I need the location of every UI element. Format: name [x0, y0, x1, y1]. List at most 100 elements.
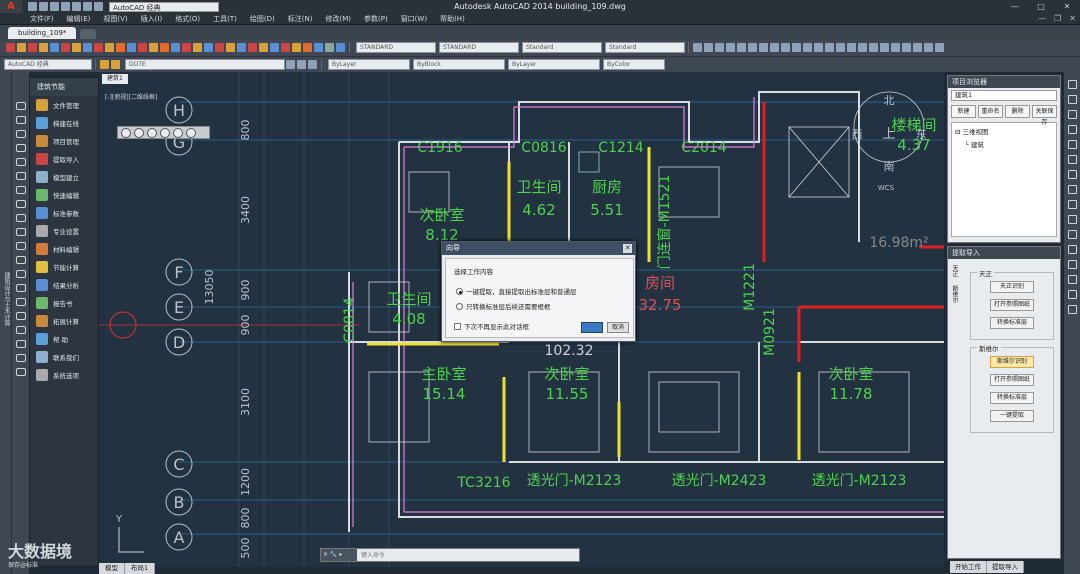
linetype-select[interactable]: ByBlock	[413, 59, 505, 70]
arc-icon[interactable]	[15, 172, 26, 180]
menu-file[interactable]: 文件(F)	[30, 14, 54, 24]
project-select[interactable]: 建筑1	[951, 90, 1057, 101]
arch-item-report[interactable]: 报告书	[30, 294, 98, 312]
radio-button[interactable]	[456, 302, 463, 310]
publish-icon[interactable]	[748, 43, 757, 52]
tool-icon-6[interactable]	[61, 43, 70, 52]
extend-icon[interactable]	[1067, 230, 1077, 239]
open-file-icon[interactable]	[704, 43, 713, 52]
side-tab-sware[interactable]: 斯维尔	[950, 285, 959, 303]
tab-model[interactable]: 模型	[99, 563, 125, 574]
radio-button[interactable]	[456, 287, 463, 295]
new-tab-button[interactable]	[80, 29, 97, 39]
properties-icon[interactable]	[869, 43, 878, 52]
menu-insert[interactable]: 插入(I)	[141, 14, 163, 24]
tool-icon-24[interactable]	[259, 43, 268, 52]
menu-format[interactable]: 格式(O)	[175, 14, 200, 24]
pan-nav-icon[interactable]	[134, 128, 144, 138]
color-select[interactable]: ByLayer	[328, 59, 410, 70]
arch-item-material[interactable]: 材料编辑	[30, 240, 98, 258]
text-style-select[interactable]: STANDARD	[356, 42, 436, 53]
construction-line-icon[interactable]	[15, 116, 26, 124]
tool-icon-26[interactable]	[281, 43, 290, 52]
side-tab-tangent[interactable]: 天正	[950, 265, 959, 277]
tool-icon-29[interactable]	[314, 43, 323, 52]
viewport-controls[interactable]: [-][俯视][二维线框]	[105, 92, 157, 101]
scale-icon[interactable]	[1067, 185, 1077, 194]
tangent-recognize-button[interactable]: 天正识别	[990, 281, 1034, 293]
model-space-tab[interactable]: 建筑1	[102, 74, 128, 84]
polygon-icon[interactable]	[15, 144, 26, 152]
revcloud-icon[interactable]	[15, 200, 26, 208]
mirror-icon[interactable]	[1067, 110, 1077, 119]
rename-button[interactable]: 重命名	[978, 105, 1003, 118]
menu-window[interactable]: 窗口(W)	[401, 14, 427, 24]
lineweight-select[interactable]: ByLayer	[508, 59, 600, 70]
layer-previous-icon[interactable]	[297, 60, 306, 69]
line-icon[interactable]	[15, 102, 26, 110]
tool-icon-1[interactable]	[6, 43, 15, 52]
showmotion-icon[interactable]	[186, 128, 196, 138]
option-one-click[interactable]: 一键提取，直接提取出标准层和普通层	[456, 286, 633, 296]
tool-icon-14[interactable]	[149, 43, 158, 52]
trim-icon[interactable]	[1067, 215, 1077, 224]
fillet-icon[interactable]	[1067, 290, 1077, 299]
workspace-combo[interactable]: AutoCAD 经典	[4, 59, 92, 70]
menu-edit[interactable]: 编辑(E)	[67, 14, 91, 24]
tool-icon-17[interactable]	[182, 43, 191, 52]
option-convert-only[interactable]: 只转换标准层后续还需要框框	[456, 301, 633, 311]
tool-icon-30[interactable]	[325, 43, 334, 52]
tool-icon-23[interactable]	[248, 43, 257, 52]
hatch-icon[interactable]	[15, 298, 26, 306]
tool-icon-2[interactable]	[17, 43, 26, 52]
tool-icon-25[interactable]	[270, 43, 279, 52]
preview-icon[interactable]	[737, 43, 746, 52]
ok-button[interactable]	[581, 322, 603, 333]
zoom-extents-icon[interactable]	[147, 128, 157, 138]
arch-item-project[interactable]: 项目管理	[30, 132, 98, 150]
calc-icon[interactable]	[924, 43, 933, 52]
polyline-icon[interactable]	[15, 130, 26, 138]
layer-match-icon[interactable]	[308, 60, 317, 69]
mtext-icon[interactable]	[15, 354, 26, 362]
help-icon[interactable]	[935, 43, 944, 52]
arch-item-contact[interactable]: 联系我们	[30, 348, 98, 366]
ellipse-arc-icon[interactable]	[15, 242, 26, 250]
layer-manager-icon[interactable]	[100, 60, 109, 69]
layer-select[interactable]: DOTE	[125, 59, 285, 70]
checkbox[interactable]	[454, 322, 461, 330]
undo-icon[interactable]	[803, 43, 812, 52]
tree-item-3d-view[interactable]: ⊟ 三维视图	[955, 126, 1053, 136]
break-icon[interactable]	[1067, 245, 1077, 254]
doc-minimize-icon[interactable]: —	[1038, 14, 1046, 23]
arch-item-extended-calc[interactable]: 拓展计算	[30, 312, 98, 330]
tool-icon-15[interactable]	[160, 43, 169, 52]
menu-parametric[interactable]: 参数(P)	[364, 14, 388, 24]
menu-dimension[interactable]: 标注(N)	[288, 14, 313, 24]
mleader-style-select[interactable]: Standard	[605, 42, 685, 53]
offset-icon[interactable]	[1067, 125, 1077, 134]
make-current-icon[interactable]	[286, 60, 295, 69]
table-icon[interactable]	[15, 340, 26, 348]
tool-icon-5[interactable]	[50, 43, 59, 52]
menu-modify[interactable]: 修改(M)	[325, 14, 351, 24]
tab-layout1[interactable]: 布局1	[125, 563, 156, 574]
tool-icon-3[interactable]	[28, 43, 37, 52]
copy-icon[interactable]	[770, 43, 779, 52]
plot-icon[interactable]	[726, 43, 735, 52]
convert-standard-button[interactable]: 转换标准层	[990, 392, 1034, 404]
tool-icon-19[interactable]	[204, 43, 213, 52]
tool-icon-31[interactable]	[336, 43, 345, 52]
tool-icon-16[interactable]	[171, 43, 180, 52]
circle-icon[interactable]	[15, 186, 26, 194]
save-file-icon[interactable]	[715, 43, 724, 52]
zoom-window-icon[interactable]	[847, 43, 856, 52]
point-icon[interactable]	[15, 284, 26, 292]
rectangle-icon[interactable]	[15, 158, 26, 166]
open-reference-button[interactable]: 打开参照图纸	[990, 374, 1034, 386]
array-icon[interactable]	[1067, 140, 1077, 149]
arch-item-energy-calc[interactable]: 节能计算	[30, 258, 98, 276]
layer-state-icon[interactable]	[111, 60, 120, 69]
menu-help[interactable]: 帮助(H)	[440, 14, 465, 24]
close-button[interactable]: ✕	[1054, 0, 1080, 13]
